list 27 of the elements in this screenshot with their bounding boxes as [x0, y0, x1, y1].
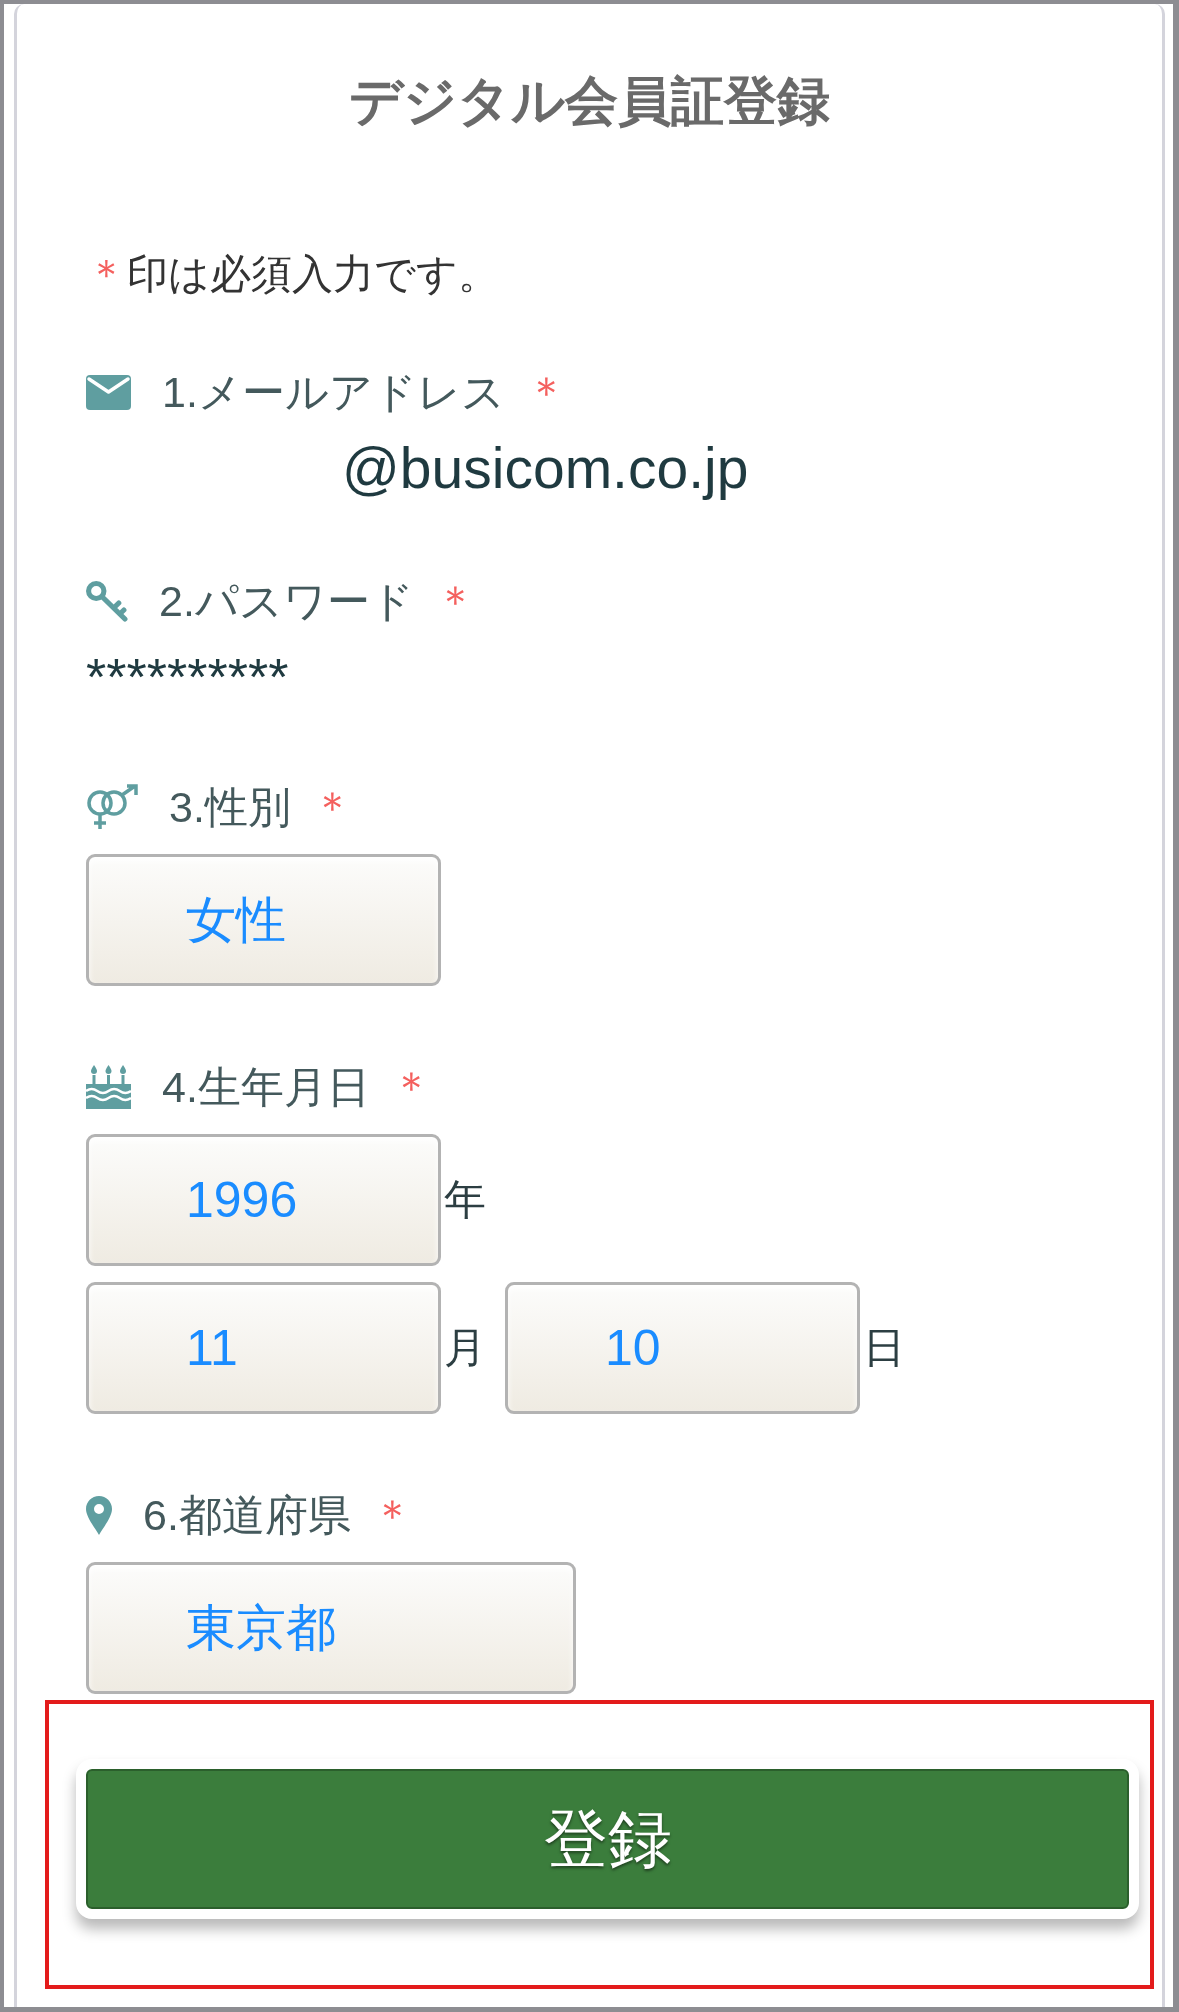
- required-note: ＊印は必須入力です。: [86, 250, 499, 299]
- required-asterisk: ＊: [524, 367, 568, 417]
- key-icon: [86, 580, 128, 622]
- password-field[interactable]: **********: [86, 648, 289, 706]
- unit-label: 年: [444, 1175, 486, 1225]
- email-field[interactable]: @busicom.co.jp: [342, 436, 749, 500]
- gender-select[interactable]: 女性: [86, 854, 441, 986]
- cake-icon: [86, 1065, 131, 1109]
- gender-symbol-icon: [86, 784, 138, 830]
- required-asterisk: ＊: [310, 782, 354, 832]
- month-select[interactable]: 11: [86, 1282, 441, 1414]
- prefecture-select[interactable]: 東京都: [86, 1562, 576, 1694]
- map-pin-icon: [86, 1495, 112, 1535]
- field-label: 2.パスワード: [159, 576, 414, 626]
- field-label: 1.メールアドレス: [162, 367, 505, 417]
- field-label: 3.性別: [169, 782, 291, 832]
- day-select[interactable]: 10: [505, 1282, 860, 1414]
- year-select[interactable]: 1996: [86, 1134, 441, 1266]
- page-title: デジタル会員証登録: [349, 70, 830, 132]
- field-label: 4.生年月日: [162, 1062, 370, 1112]
- required-asterisk: ＊: [389, 1062, 433, 1112]
- required-asterisk: ＊: [370, 1490, 414, 1540]
- unit-label: 日: [863, 1323, 905, 1373]
- field-label: 6.都道府県: [143, 1490, 351, 1540]
- required-asterisk: ＊: [433, 576, 477, 626]
- unit-label: 月: [444, 1323, 486, 1373]
- envelope-icon: [86, 374, 131, 410]
